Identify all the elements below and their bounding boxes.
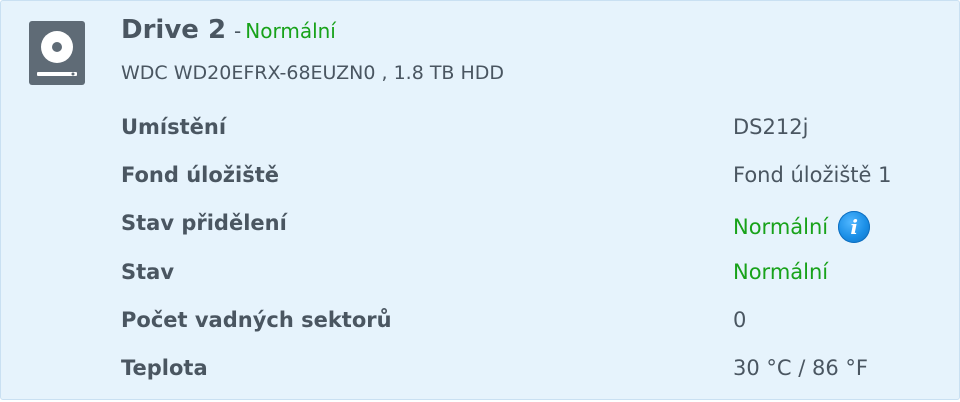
drive-status: Normální (245, 19, 336, 43)
detail-label: Stav (121, 260, 175, 284)
info-icon[interactable]: i (838, 211, 871, 243)
detail-value-wrap: Normální i (733, 211, 871, 243)
drive-header: Drive 2- Normální (121, 15, 336, 45)
detail-label: Teplota (121, 356, 208, 380)
detail-value: 30 °C / 86 °F (733, 356, 868, 380)
detail-value: Fond úložiště 1 (733, 163, 892, 187)
drive-title: Drive 2 (121, 15, 227, 45)
detail-label: Fond úložiště (121, 163, 279, 187)
hard-drive-icon (29, 21, 85, 85)
detail-value: Normální (733, 260, 829, 284)
drive-detail-panel: Drive 2- Normální WDC WD20EFRX-68EUZN0 , … (0, 0, 960, 400)
detail-row-temperature: Teplota 30 °C / 86 °F (1, 356, 959, 386)
drive-model: WDC WD20EFRX-68EUZN0 , 1.8 TB HDD (121, 62, 505, 84)
info-glyph: i (850, 215, 858, 239)
detail-row-allocation-status: Stav přidělení Normální i (1, 211, 959, 243)
detail-row-location: Umístění DS212j (1, 115, 959, 145)
detail-label: Počet vadných sektorů (121, 308, 392, 332)
detail-row-status: Stav Normální (1, 260, 959, 290)
detail-label: Umístění (121, 115, 227, 139)
detail-value: DS212j (733, 115, 809, 139)
detail-value: 0 (733, 308, 747, 332)
detail-row-storage-pool: Fond úložiště Fond úložiště 1 (1, 163, 959, 193)
title-separator: - (234, 19, 242, 43)
detail-row-bad-sectors: Počet vadných sektorů 0 (1, 308, 959, 338)
allocation-status-value: Normální (733, 215, 829, 239)
detail-label: Stav přidělení (121, 211, 287, 235)
